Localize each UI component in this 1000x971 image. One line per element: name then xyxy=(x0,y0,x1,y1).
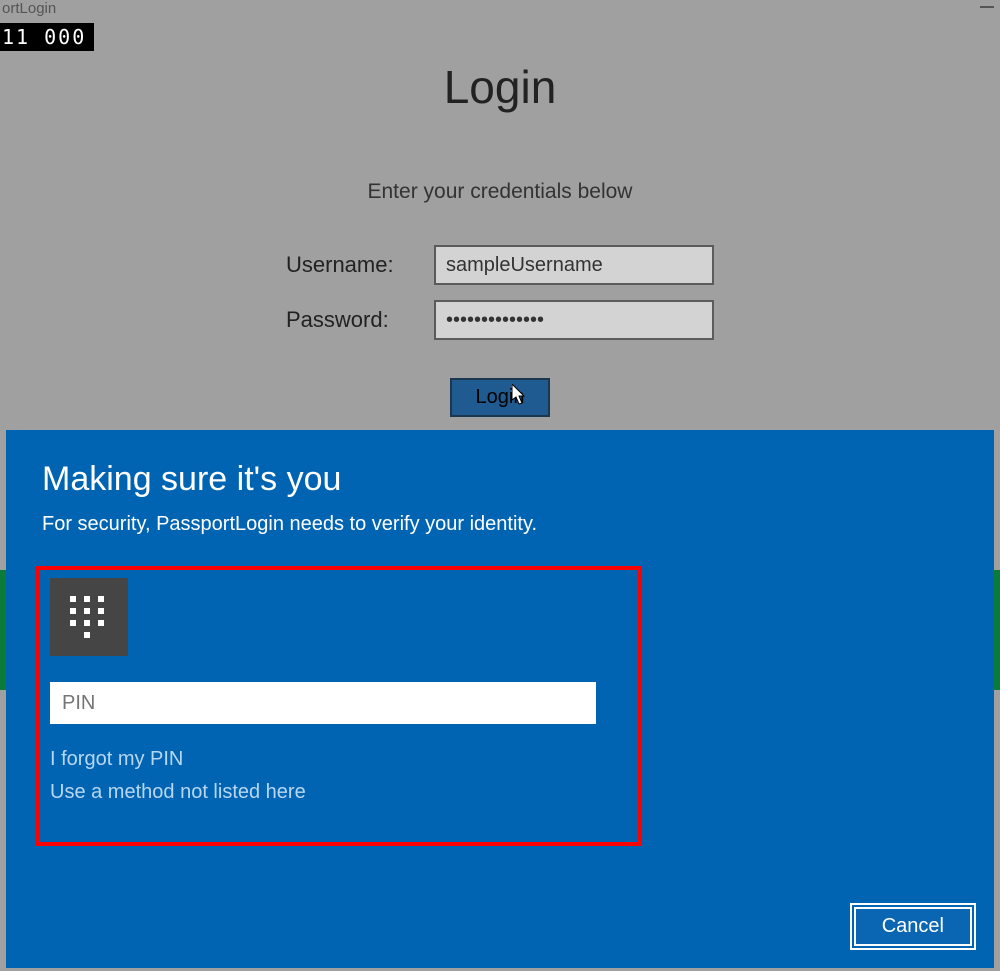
password-row: Password: xyxy=(0,300,1000,340)
login-button-row: Login xyxy=(0,378,1000,417)
login-button[interactable]: Login xyxy=(450,378,551,417)
alt-method-link[interactable]: Use a method not listed here xyxy=(50,781,628,804)
password-label: Password: xyxy=(286,307,416,333)
pin-input[interactable] xyxy=(50,682,596,724)
verify-identity-modal: Making sure it's you For security, Passp… xyxy=(6,430,994,968)
password-input[interactable] xyxy=(434,300,714,340)
window-titlebar: ortLogin xyxy=(0,0,1000,22)
highlight-box: I forgot my PIN Use a method not listed … xyxy=(36,566,642,846)
mouse-cursor-icon xyxy=(512,384,528,406)
page-subtitle: Enter your credentials below xyxy=(0,180,1000,204)
keypad-icon xyxy=(70,596,108,638)
page-title: Login xyxy=(0,60,1000,114)
username-input[interactable] xyxy=(434,245,714,285)
cancel-button[interactable]: Cancel xyxy=(854,907,972,946)
window-title: ortLogin xyxy=(2,0,56,17)
counter-overlay: 11 000 xyxy=(0,23,94,51)
modal-subtitle: For security, PassportLogin needs to ver… xyxy=(42,513,958,536)
username-label: Username: xyxy=(286,252,416,278)
pin-method-tile[interactable] xyxy=(50,578,128,656)
username-row: Username: xyxy=(0,245,1000,285)
modal-title: Making sure it's you xyxy=(42,460,958,499)
minimize-icon[interactable] xyxy=(980,6,994,8)
forgot-pin-link[interactable]: I forgot my PIN xyxy=(50,748,628,771)
